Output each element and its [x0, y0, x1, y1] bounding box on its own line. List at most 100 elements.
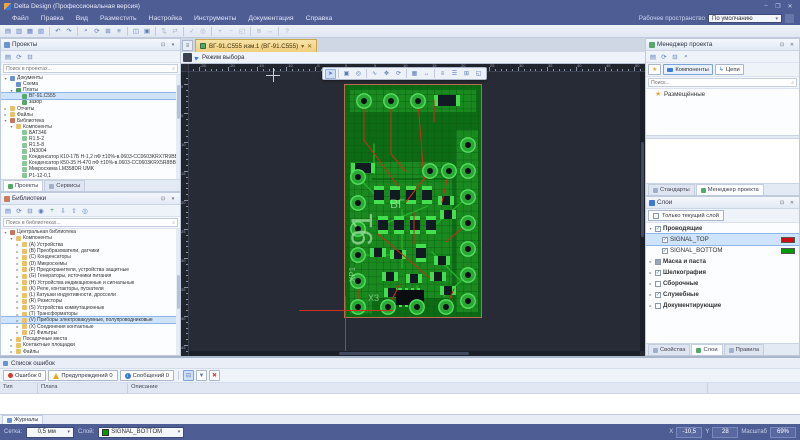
projects-search-input[interactable] — [3, 64, 178, 73]
pin-icon[interactable]: ⊡ — [778, 41, 786, 49]
add-icon[interactable]: + — [47, 206, 57, 216]
route-trace-icon[interactable]: ∿ — [369, 69, 380, 79]
menu-item-Справка[interactable]: Справка — [300, 14, 339, 23]
settings-icon[interactable]: ◎ — [80, 206, 90, 216]
close-button[interactable]: ✕ — [784, 1, 796, 11]
close-tab-icon[interactable]: ✕ — [307, 43, 312, 50]
expander-icon[interactable]: ▸ — [15, 293, 20, 298]
expander-icon[interactable]: ▾ — [648, 226, 653, 231]
properties-icon[interactable]: ☰ — [449, 69, 460, 79]
save-all-icon[interactable]: ▧ — [36, 26, 46, 36]
align-icon[interactable]: ≋ — [254, 26, 264, 36]
expander-icon[interactable]: ▸ — [15, 330, 20, 335]
chevron-down-icon[interactable]: ▾ — [301, 43, 304, 50]
measure-icon[interactable]: ↔ — [265, 26, 275, 36]
menu-item-Документация[interactable]: Документация — [242, 14, 299, 23]
expander-icon[interactable]: ▸ — [15, 242, 20, 247]
collapse-all-icon[interactable]: ⊟ — [25, 206, 35, 216]
expander-icon[interactable]: ▸ — [15, 286, 20, 291]
tree-item[interactable]: ▾✓Проводящие — [646, 223, 799, 234]
place-component-icon[interactable]: ▣ — [341, 69, 352, 79]
sync-icon[interactable]: ⇄ — [170, 26, 180, 36]
grid-toggle-icon[interactable]: ⊞ — [461, 69, 472, 79]
group-by-icon[interactable]: ⊟ — [183, 370, 194, 381]
expander-icon[interactable]: ▸ — [15, 267, 20, 272]
import-icon[interactable]: ⇩ — [58, 206, 68, 216]
zoom-out-icon[interactable]: − — [226, 26, 236, 36]
tab-Правила[interactable]: Правила — [724, 344, 765, 355]
tree-item[interactable]: ★Размещённые — [646, 89, 799, 99]
pin-icon[interactable]: ⊡ — [159, 195, 167, 203]
canvas-horizontal-scrollbar[interactable] — [189, 351, 640, 356]
tab-Менеджер проекта[interactable]: Менеджер проекта — [696, 184, 764, 195]
tree-item[interactable]: ▸Документирующие — [646, 300, 799, 311]
manager-search-input[interactable] — [648, 78, 797, 87]
expander-icon[interactable]: ▾ — [3, 118, 8, 123]
libraries-search-input[interactable] — [3, 218, 178, 227]
zoom-in-icon[interactable]: + — [215, 26, 225, 36]
menu-item-Инструменты[interactable]: Инструменты — [188, 14, 242, 23]
new-document-icon[interactable]: ▤ — [3, 26, 13, 36]
zoom-fit-icon[interactable]: ◱ — [237, 26, 247, 36]
maximize-button[interactable]: ❐ — [772, 1, 784, 11]
components-filter-button[interactable]: Компоненты — [663, 64, 712, 75]
expander-icon[interactable]: ▸ — [9, 349, 14, 354]
check-drc-icon[interactable]: ✓ — [187, 26, 197, 36]
expander-icon[interactable]: ▸ — [15, 312, 20, 317]
expander-icon[interactable]: ▸ — [9, 337, 14, 342]
column-header-Плата[interactable]: Плата — [38, 383, 128, 393]
open-project-icon[interactable]: ▥ — [14, 26, 24, 36]
warning-filter-button[interactable]: Предупреждений 0 — [48, 370, 117, 381]
expander-icon[interactable]: ▾ — [3, 76, 8, 81]
grid-select[interactable]: 0,5 мм ▾ — [26, 427, 74, 438]
layer-checkbox[interactable]: ✓ — [655, 226, 661, 232]
column-header-Тип[interactable]: Тип — [0, 383, 38, 393]
mode-menu-icon[interactable] — [183, 53, 192, 62]
info-filter-button[interactable]: iСообщений 0 — [120, 370, 174, 381]
expander-icon[interactable]: ▸ — [648, 292, 653, 297]
update-board-icon[interactable]: ⇅ — [159, 26, 169, 36]
minimize-button[interactable]: – — [760, 1, 772, 11]
favorites-filter-button[interactable]: ★ — [648, 64, 661, 75]
expander-icon[interactable]: ▸ — [15, 299, 20, 304]
refresh-icon[interactable]: ⟳ — [14, 52, 24, 62]
tab-Стандарты[interactable]: Стандарты — [648, 184, 695, 195]
export-icon[interactable]: ⇧ — [69, 206, 79, 216]
canvas-vertical-scrollbar[interactable] — [640, 72, 645, 351]
copper-pour-icon[interactable]: ▦ — [409, 69, 420, 79]
layers-view-icon[interactable]: ≡ — [437, 69, 448, 79]
tree-item[interactable]: ▸Маска и паста — [646, 256, 799, 267]
settings-icon[interactable]: ◎ — [198, 26, 208, 36]
tab-Проекты[interactable]: Проекты — [3, 180, 43, 191]
workspace-select[interactable]: По умолчанию ▾ — [708, 14, 782, 23]
layer-checkbox[interactable]: ✓ — [662, 248, 668, 254]
search-icon[interactable]: ⌕ — [81, 26, 91, 36]
expander-icon[interactable]: ▸ — [648, 281, 653, 286]
dimension-icon[interactable]: ↔ — [421, 69, 432, 79]
tab-list-icon[interactable]: ≡ — [182, 40, 193, 51]
move-icon[interactable]: ✥ — [381, 69, 392, 79]
expander-icon[interactable]: ▸ — [15, 274, 20, 279]
collapse-all-icon[interactable]: ⊟ — [670, 52, 680, 62]
expander-icon[interactable]: ▸ — [15, 280, 20, 285]
tree-item[interactable]: ▸✓Шелкография — [646, 267, 799, 278]
tab-Сервисы[interactable]: Сервисы — [44, 180, 85, 191]
search-icon[interactable]: ⌕ — [681, 52, 691, 62]
expander-icon[interactable]: ▾ — [9, 88, 14, 93]
help-icon[interactable]: ? — [282, 26, 292, 36]
scrollbar[interactable] — [176, 75, 180, 179]
user-icon[interactable]: ◉ — [36, 206, 46, 216]
only-current-layer-toggle[interactable]: Только текущий слой — [648, 210, 724, 221]
expander-icon[interactable]: ▾ — [9, 236, 14, 241]
panel-menu-icon[interactable]: ▾ — [169, 41, 177, 49]
menu-item-Настройка[interactable]: Настройка — [143, 14, 188, 23]
expander-icon[interactable]: ▸ — [15, 318, 20, 323]
rotate-icon[interactable]: ⟳ — [393, 69, 404, 79]
pcb-canvas[interactable]: -25-20-15-10-505101520253035404550 05101… — [181, 64, 645, 356]
layer-checkbox[interactable] — [655, 281, 661, 287]
tree-item[interactable]: ✓SIGNAL_BOTTOM — [646, 245, 799, 256]
expander-icon[interactable]: ▸ — [15, 255, 20, 260]
layer-checkbox[interactable]: ✓ — [662, 237, 668, 243]
grid-icon[interactable]: ⊞ — [103, 26, 113, 36]
zoom-area-icon[interactable]: ◱ — [473, 69, 484, 79]
